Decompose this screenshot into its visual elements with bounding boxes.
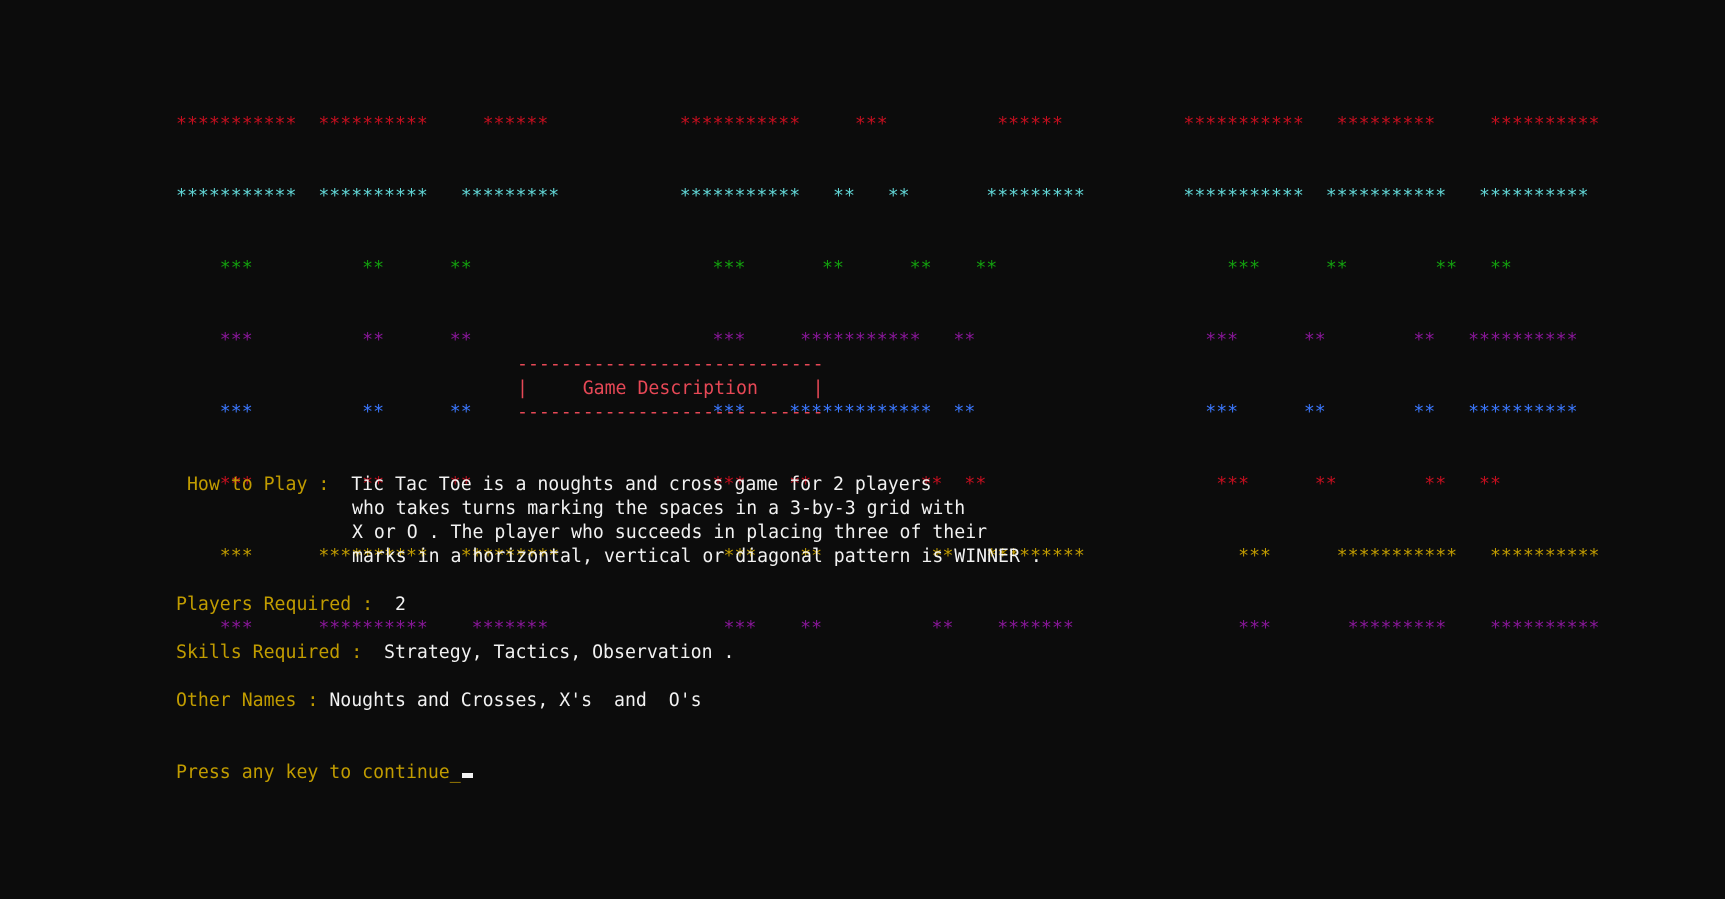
banner-row: *********** ********** ****** **********…	[176, 114, 1600, 135]
continue-prompt-text: Press any key to continue_	[176, 762, 461, 783]
other-names-value: Noughts and Crosses, X's and O's	[329, 690, 702, 711]
how-to-play-text: X or O . The player who succeeds in plac…	[352, 522, 988, 543]
how-to-play-label: How to Play :	[176, 474, 352, 495]
skills-required-row: Skills Required : Strategy, Tactics, Obs…	[176, 641, 734, 665]
banner-row: *** ********** ******* *** ** ** *******…	[176, 618, 1600, 639]
players-required-label: Players Required :	[176, 594, 395, 615]
banner-row: *********** ********** ********* *******…	[176, 186, 1589, 207]
players-required-value: 2	[395, 594, 406, 615]
banner-row: *** ** ** *** ** ** ** *** ** ** **	[176, 258, 1512, 279]
skills-required-value: Strategy, Tactics, Observation .	[384, 642, 735, 663]
how-to-play-row: How to Play : Tic Tac Toe is a noughts a…	[176, 473, 932, 497]
console-window: *********** ********** ****** **********…	[0, 0, 1725, 899]
banner-row: *** ** ** *** *********** ** *** ** ** *…	[176, 330, 1578, 351]
text-cursor	[461, 773, 473, 778]
title-box-heading: | Game Description |	[517, 378, 824, 399]
how-to-play-text: Tic Tac Toe is a noughts and cross game …	[351, 474, 932, 495]
how-to-play-text: who takes turns marking the spaces in a …	[352, 498, 966, 519]
skills-required-label: Skills Required :	[176, 642, 385, 663]
banner-row: *** ** ** *** ************* ** *** ** **…	[176, 402, 1578, 423]
how-to-play-text: marks in a horizontal, vertical or diago…	[352, 546, 1042, 567]
title-box-bottom-border: ----------------------------	[517, 402, 824, 423]
title-box-top-border: ----------------------------	[517, 354, 824, 375]
other-names-row: Other Names : Noughts and Crosses, X's a…	[176, 689, 702, 713]
other-names-label: Other Names :	[176, 690, 330, 711]
continue-prompt[interactable]: Press any key to continue_	[176, 761, 473, 785]
players-required-row: Players Required : 2	[176, 593, 406, 617]
